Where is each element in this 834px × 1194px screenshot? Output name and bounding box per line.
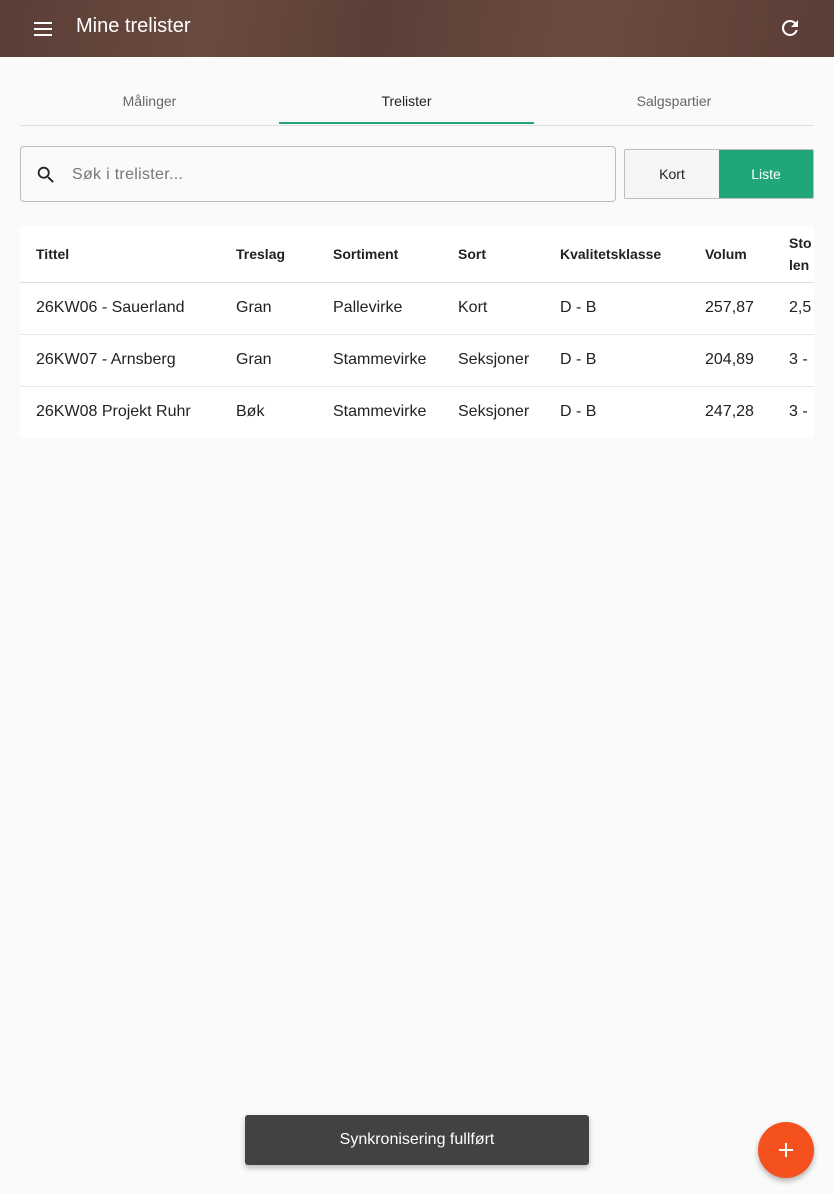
table-cell: Kort	[442, 282, 544, 335]
table-cell: Stammevirke	[317, 334, 442, 387]
table-cell: Stammevirke	[333, 403, 427, 421]
table-cell: D - B	[544, 282, 689, 335]
table-cell: Gran	[220, 282, 317, 335]
snackbar: Synkronisering fullført	[245, 1115, 589, 1165]
treelist-table: Tittel Treslag Sortiment Sort Kvalitetsk…	[20, 226, 814, 438]
tab-trelister[interactable]: Trelister	[279, 78, 534, 126]
table-cell: 2,5	[779, 282, 814, 335]
column-header-volum[interactable]: Volum	[689, 226, 779, 283]
card-view-button[interactable]: Kort	[625, 150, 719, 198]
search-icon	[37, 166, 54, 183]
table-cell: 26KW08 Projekt Ruhr	[36, 403, 191, 421]
column-header-sto-len[interactable]: Sto len	[779, 226, 814, 283]
table-cell: 26KW06 - Sauerland	[20, 282, 220, 335]
search-box	[20, 146, 616, 202]
active-tab-indicator	[279, 122, 534, 124]
table-cell: 3 -	[779, 334, 814, 387]
column-header-kvalitetsklasse[interactable]: Kvalitetsklasse	[544, 226, 689, 283]
table-cell: Bøk	[236, 403, 265, 421]
table-header-row: Tittel Treslag Sortiment Sort Kvalitetsk…	[20, 226, 814, 283]
column-header-sort[interactable]: Sort	[442, 226, 544, 283]
table-cell: 3 -	[789, 403, 808, 421]
table-row[interactable]: 26KW07 - Arnsberg Gran Stammevirke Seksj…	[20, 334, 814, 387]
table-row[interactable]: 26KW08 Projekt Ruhr Bøk Stammevirke Seks…	[20, 386, 814, 438]
table-cell: Pallevirke	[317, 282, 442, 335]
column-header-tittel[interactable]: Tittel	[20, 226, 220, 283]
tab-bar: Målinger Trelister Salgspartier	[20, 78, 814, 126]
column-header-treslag[interactable]: Treslag	[220, 226, 317, 283]
menu-icon[interactable]	[32, 18, 56, 40]
list-view-button[interactable]: Liste	[719, 150, 813, 198]
view-toggle: Kort Liste	[624, 149, 814, 199]
tab-malinger[interactable]: Målinger	[20, 78, 279, 126]
table-cell: 204,89	[689, 334, 779, 387]
search-input[interactable]	[72, 159, 592, 191]
app-bar: Mine trelister	[0, 0, 834, 57]
table-cell: Gran	[220, 334, 317, 387]
tab-salgspartier[interactable]: Salgspartier	[534, 78, 814, 126]
page-title: Mine trelister	[76, 15, 191, 37]
table-cell: 26KW07 - Arnsberg	[20, 334, 220, 387]
add-icon	[779, 1143, 793, 1157]
table-row[interactable]: 26KW06 - Sauerland Gran Pallevirke Kort …	[20, 282, 814, 335]
table-cell: Seksjoner	[442, 334, 544, 387]
table-cell: 247,28	[705, 403, 754, 421]
table-cell: Seksjoner	[458, 403, 530, 421]
table-cell: D - B	[560, 403, 597, 421]
snackbar-message: Synkronisering fullført	[339, 1131, 495, 1148]
column-header-sortiment[interactable]: Sortiment	[317, 226, 442, 283]
add-button[interactable]	[758, 1122, 814, 1178]
refresh-icon[interactable]	[778, 16, 802, 40]
table-cell: D - B	[544, 334, 689, 387]
table-cell: 257,87	[689, 282, 779, 335]
